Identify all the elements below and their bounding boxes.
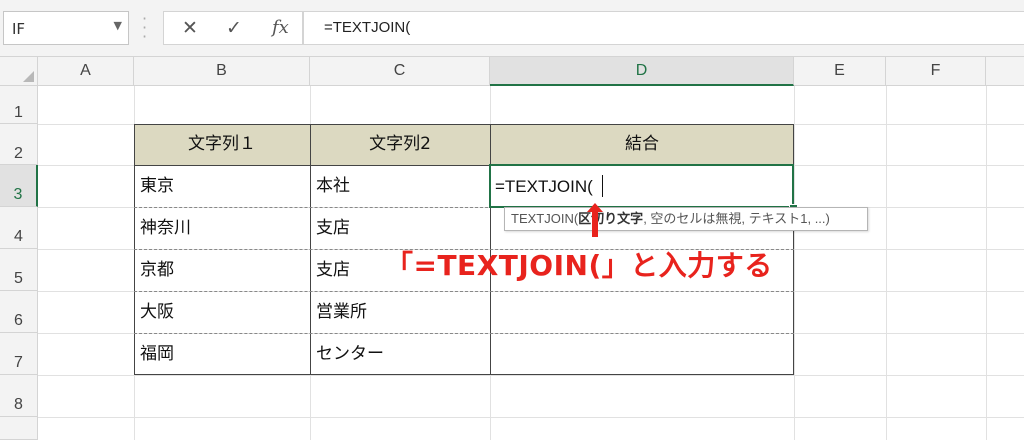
row-header-7[interactable]: 7	[0, 333, 38, 375]
select-all-corner[interactable]	[0, 57, 38, 86]
column-header-c[interactable]: C	[310, 57, 490, 86]
table-cell[interactable]: 大阪	[140, 291, 174, 333]
active-cell-value: =TEXTJOIN(	[495, 177, 593, 196]
row-header-9[interactable]	[0, 417, 38, 440]
table-cell[interactable]: 神奈川	[140, 207, 191, 249]
up-arrow-icon	[587, 203, 603, 237]
table-border	[134, 124, 794, 125]
gridline	[986, 86, 987, 440]
row-header-1[interactable]: 1	[0, 86, 38, 124]
row-header-3[interactable]: 3	[0, 165, 38, 207]
column-header-g[interactable]	[986, 57, 1024, 86]
name-box-value: IF	[12, 20, 26, 38]
column-header-a[interactable]: A	[38, 57, 134, 86]
table-cell[interactable]: 支店	[316, 249, 350, 291]
row-header-8[interactable]: 8	[0, 375, 38, 417]
table-cell[interactable]: 東京	[140, 165, 174, 207]
text-caret	[602, 175, 603, 197]
active-cell[interactable]: =TEXTJOIN(	[489, 164, 794, 208]
chevron-down-icon[interactable]: ▼	[114, 19, 122, 32]
table-cell[interactable]: 支店	[316, 207, 350, 249]
function-tooltip: TEXTJOIN(区切り文字, 空のセルは無視, テキスト1, ...)	[504, 207, 868, 231]
row-header-5[interactable]: 5	[0, 249, 38, 291]
name-box[interactable]: IF ▼	[3, 11, 129, 45]
table-border	[134, 291, 794, 292]
table-border	[134, 374, 794, 375]
table-cell[interactable]: 福岡	[140, 333, 174, 375]
tooltip-function[interactable]: TEXTJOIN(	[511, 211, 578, 226]
gridline	[38, 375, 1024, 376]
formula-input[interactable]: =TEXTJOIN(	[303, 11, 1024, 45]
cancel-icon[interactable]: ✕	[182, 17, 198, 39]
table-cell[interactable]: 京都	[140, 249, 174, 291]
tooltip-arguments: , 空のセルは無視, テキスト1, ...)	[643, 211, 830, 226]
column-header-f[interactable]: F	[886, 57, 986, 86]
enter-icon[interactable]: ✓	[226, 17, 242, 39]
table-cell[interactable]: 営業所	[316, 291, 367, 333]
annotation-text: 「=TEXTJOIN(」と入力する	[385, 249, 773, 282]
row-header-2[interactable]: 2	[0, 124, 38, 165]
row-header-6[interactable]: 6	[0, 291, 38, 333]
table-header-cell[interactable]: 文字列2	[310, 124, 490, 165]
more-options-icon[interactable]: · · ·	[142, 11, 148, 45]
column-header-b[interactable]: B	[134, 57, 310, 86]
gridline	[38, 417, 1024, 418]
insert-function-icon[interactable]: fx	[272, 17, 289, 38]
table-cell[interactable]: センター	[316, 333, 384, 375]
formula-bar: IF ▼ · · · ✕ ✓ fx =TEXTJOIN(	[0, 0, 1024, 57]
column-header-e[interactable]: E	[794, 57, 886, 86]
formula-text: =TEXTJOIN(	[324, 19, 411, 36]
row-header-4[interactable]: 4	[0, 207, 38, 249]
table-header-cell[interactable]: 結合	[490, 124, 794, 165]
column-header-d[interactable]: D	[490, 57, 794, 86]
formula-buttons: ✕ ✓ fx	[163, 11, 303, 45]
gridline	[794, 86, 795, 440]
table-border	[134, 333, 794, 334]
table-cell[interactable]: 本社	[316, 165, 350, 207]
table-header-cell[interactable]: 文字列１	[134, 124, 310, 165]
gridline	[886, 86, 887, 440]
